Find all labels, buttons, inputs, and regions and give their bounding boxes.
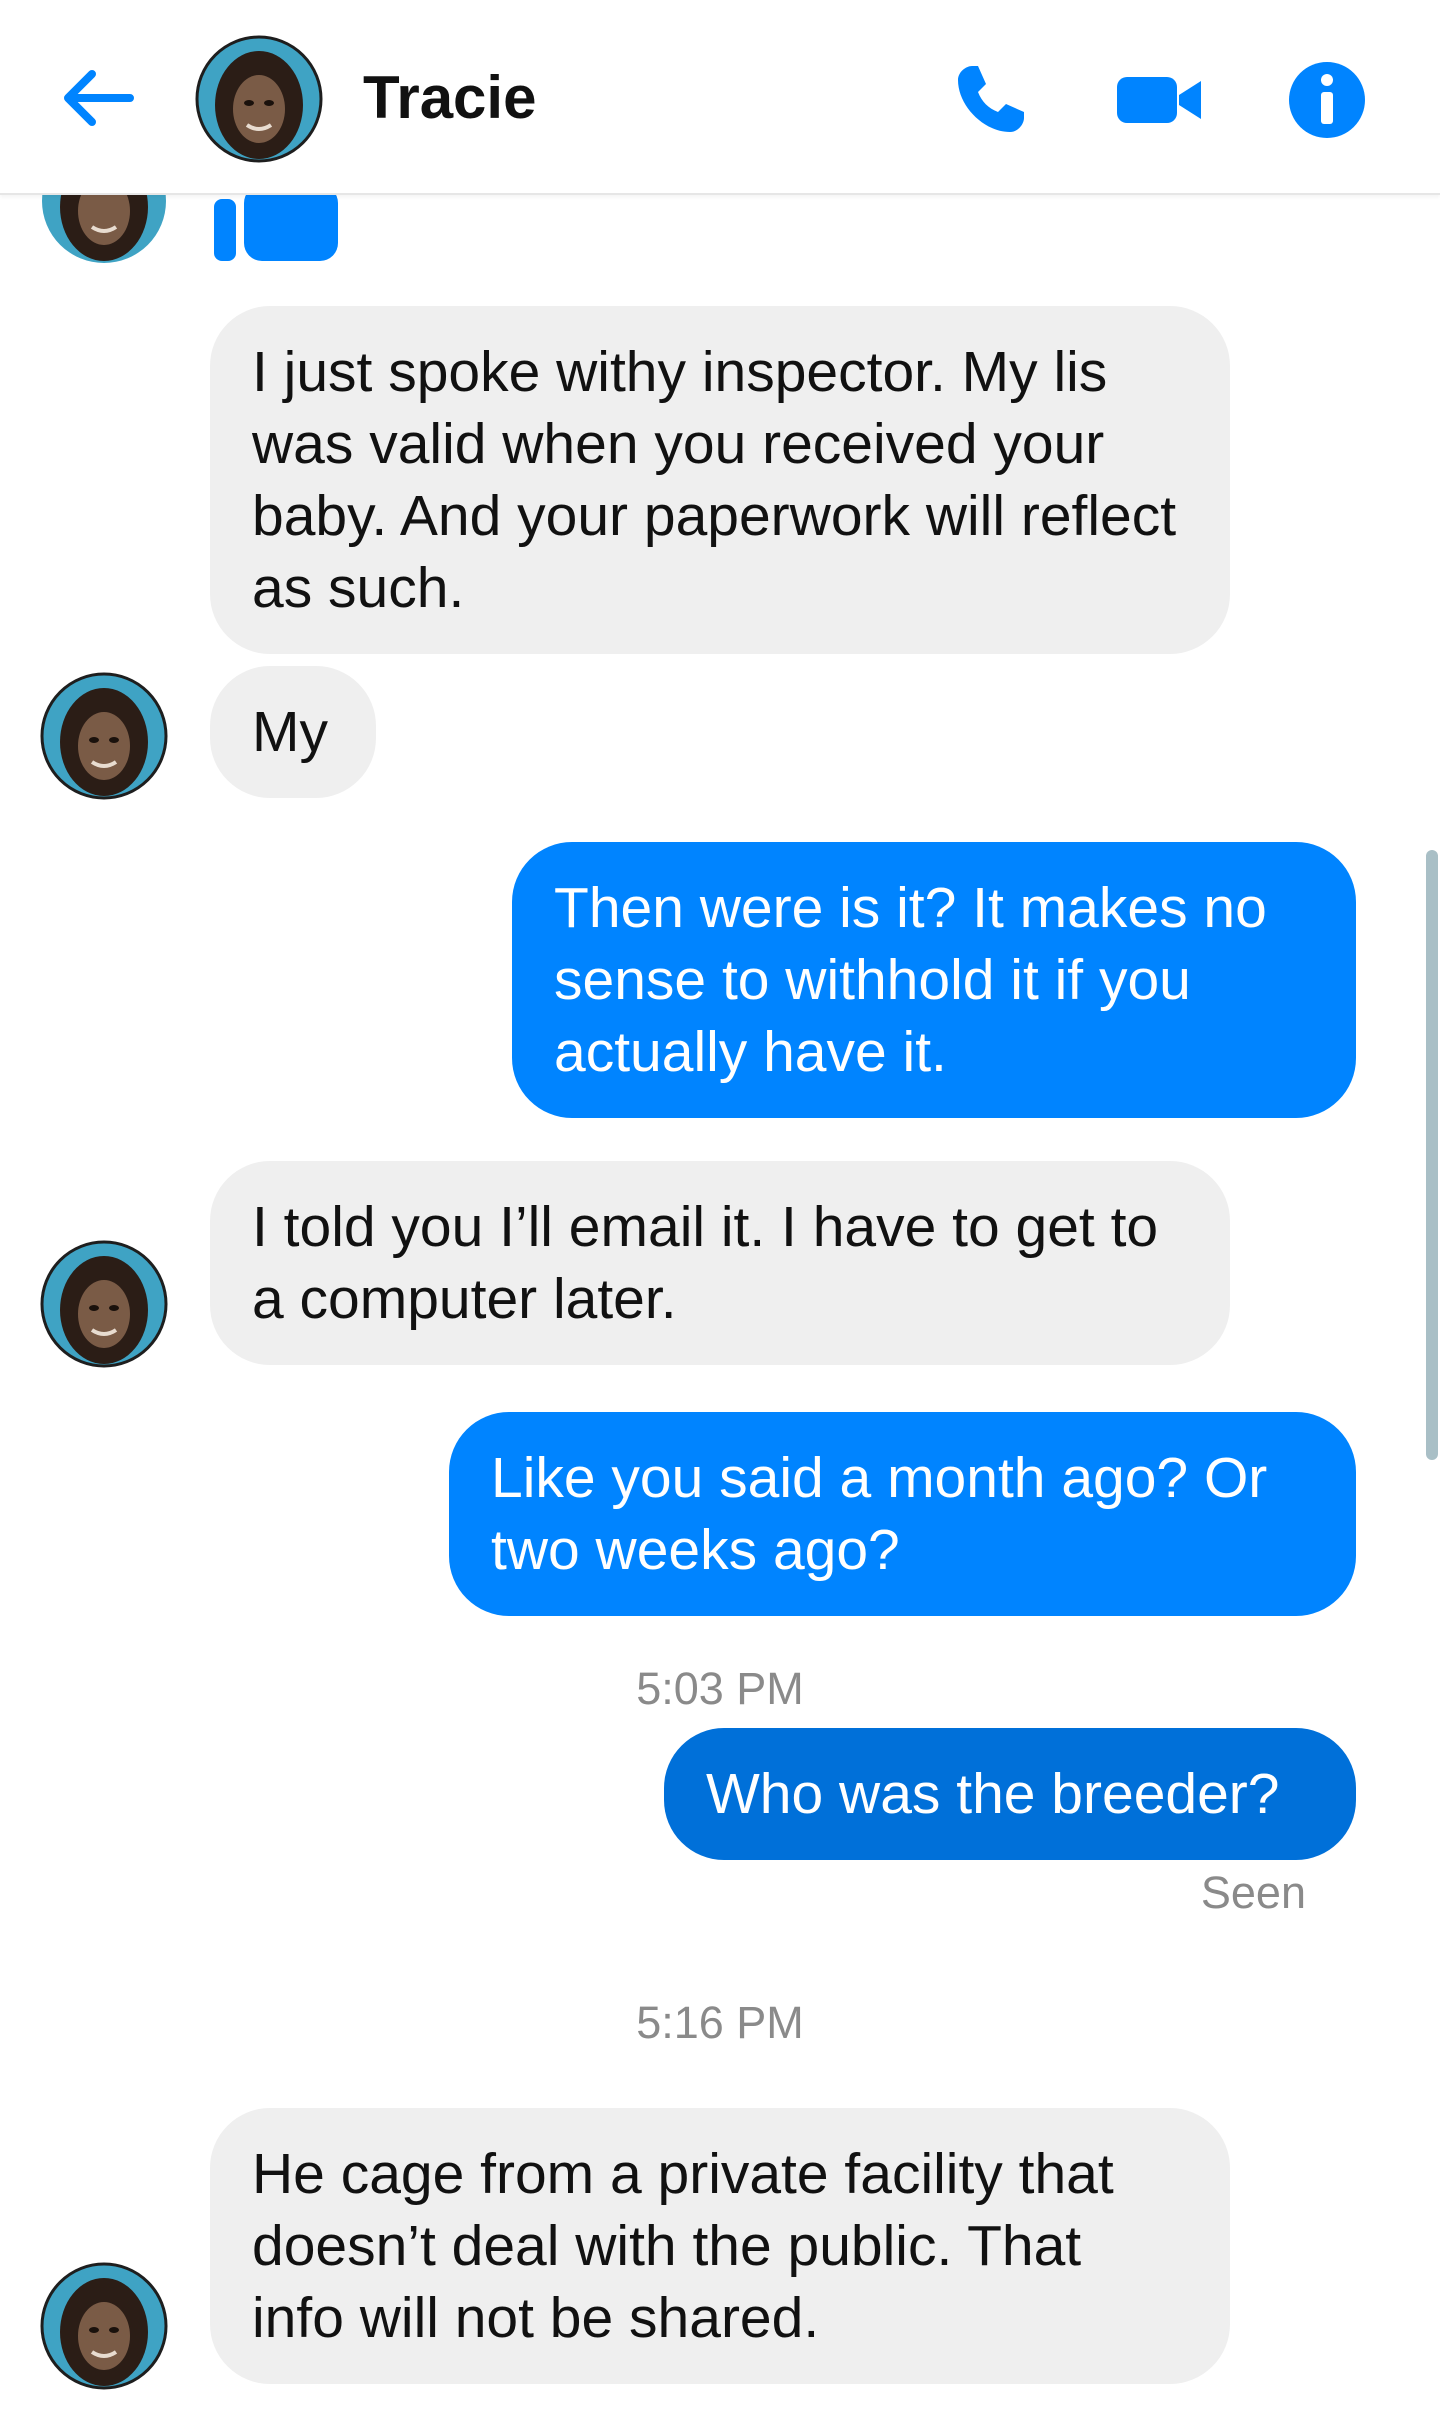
timestamp: 5:03 PM	[636, 1663, 804, 1714]
info-icon	[1289, 62, 1365, 138]
incoming-message[interactable]: I told you I’ll email it. I have to get …	[210, 1161, 1230, 1365]
incoming-message[interactable]: He cage from a private facility that doe…	[210, 2108, 1230, 2384]
seen-status: Seen	[1200, 1867, 1306, 1918]
outgoing-message[interactable]: Who was the breeder?	[664, 1728, 1356, 1860]
chat-header: Tracie	[0, 0, 1440, 195]
contact-name[interactable]: Tracie	[363, 62, 536, 134]
scrollbar[interactable]	[1426, 850, 1438, 1460]
info-button[interactable]	[1277, 50, 1377, 150]
timestamp: 5:16 PM	[636, 1997, 804, 2048]
video-camera-icon	[1117, 77, 1201, 123]
contact-avatar[interactable]	[195, 35, 323, 163]
contact-avatar[interactable]	[40, 1240, 168, 1368]
outgoing-message[interactable]: Then were is it? It makes no sense to wi…	[512, 842, 1356, 1118]
call-button[interactable]	[940, 50, 1040, 150]
contact-avatar[interactable]	[40, 672, 168, 800]
back-arrow-icon	[64, 70, 134, 126]
outgoing-message[interactable]: Like you said a month ago? Or two weeks …	[449, 1412, 1356, 1616]
video-call-button[interactable]	[1110, 50, 1210, 150]
back-button[interactable]	[48, 48, 148, 148]
messenger-conversation: Tracie I just spoke withy inspector. My …	[0, 0, 1440, 2417]
phone-icon	[958, 66, 1024, 132]
contact-avatar[interactable]	[40, 2262, 168, 2390]
incoming-message[interactable]: I just spoke withy inspector. My lis was…	[210, 306, 1230, 654]
incoming-message[interactable]: My	[210, 666, 376, 798]
